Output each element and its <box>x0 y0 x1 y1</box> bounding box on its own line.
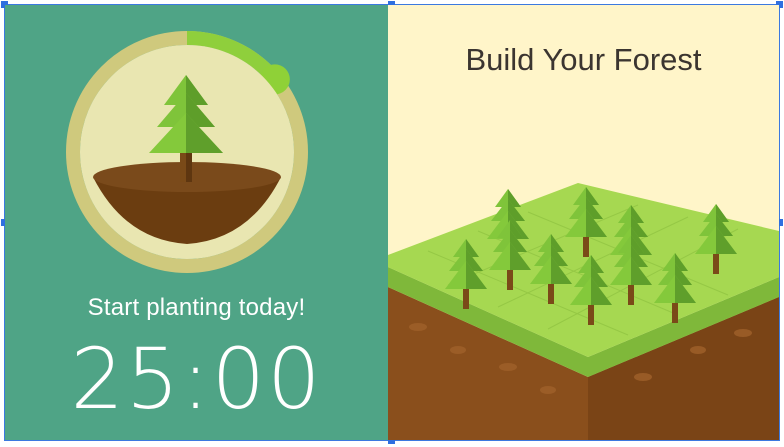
timer-panel: Start planting today! 25:00 <box>5 5 388 440</box>
tagline: Start planting today! <box>87 294 306 321</box>
isometric-forest-icon <box>388 183 779 440</box>
timer-display: 25:00 <box>70 330 323 428</box>
forest-panel: Build Your Forest <box>388 5 779 440</box>
